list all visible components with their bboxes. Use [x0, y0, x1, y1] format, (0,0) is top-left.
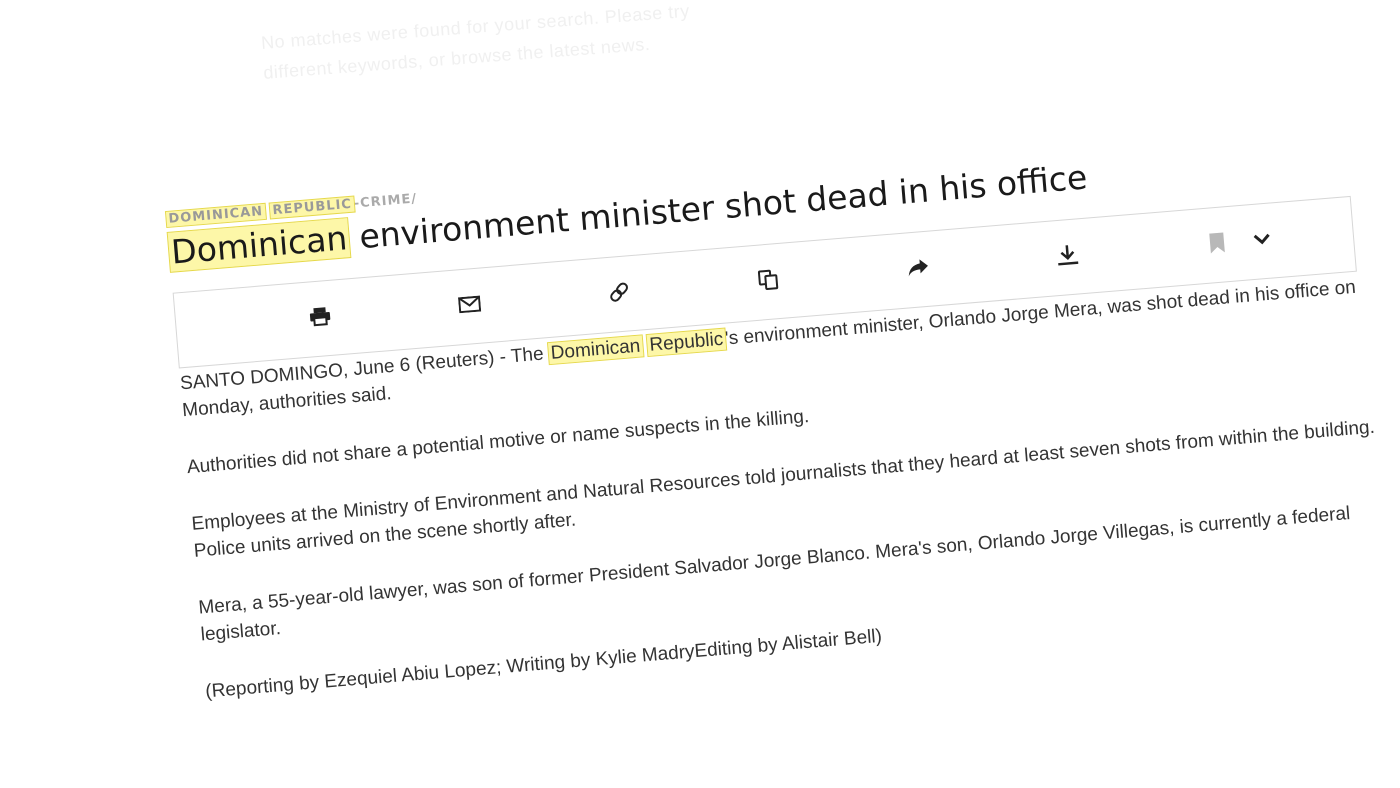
- mail-icon[interactable]: [455, 290, 485, 318]
- download-icon[interactable]: [1053, 241, 1083, 269]
- lead-highlight-republic: Republic: [645, 327, 728, 358]
- print-icon[interactable]: [305, 303, 335, 331]
- copy-icon[interactable]: [754, 266, 784, 294]
- breadcrumb-rest: -CRIME/: [353, 191, 418, 212]
- lead-highlight-dominican: Dominican: [546, 334, 645, 366]
- screen: No matches were found for your search. P…: [0, 0, 1400, 788]
- chevron-down-icon[interactable]: [1247, 225, 1277, 253]
- headline-highlight: Dominican: [166, 216, 352, 274]
- breadcrumb-highlight-republic: REPUBLIC: [269, 195, 356, 220]
- link-icon[interactable]: [604, 278, 634, 306]
- article-page: DOMINICAN REPUBLIC-CRIME/ Dominican envi…: [164, 109, 1400, 735]
- background-faded-text: No matches were found for your search. P…: [260, 0, 983, 98]
- share-icon[interactable]: [903, 253, 933, 281]
- bookmark-icon[interactable]: [1202, 229, 1232, 257]
